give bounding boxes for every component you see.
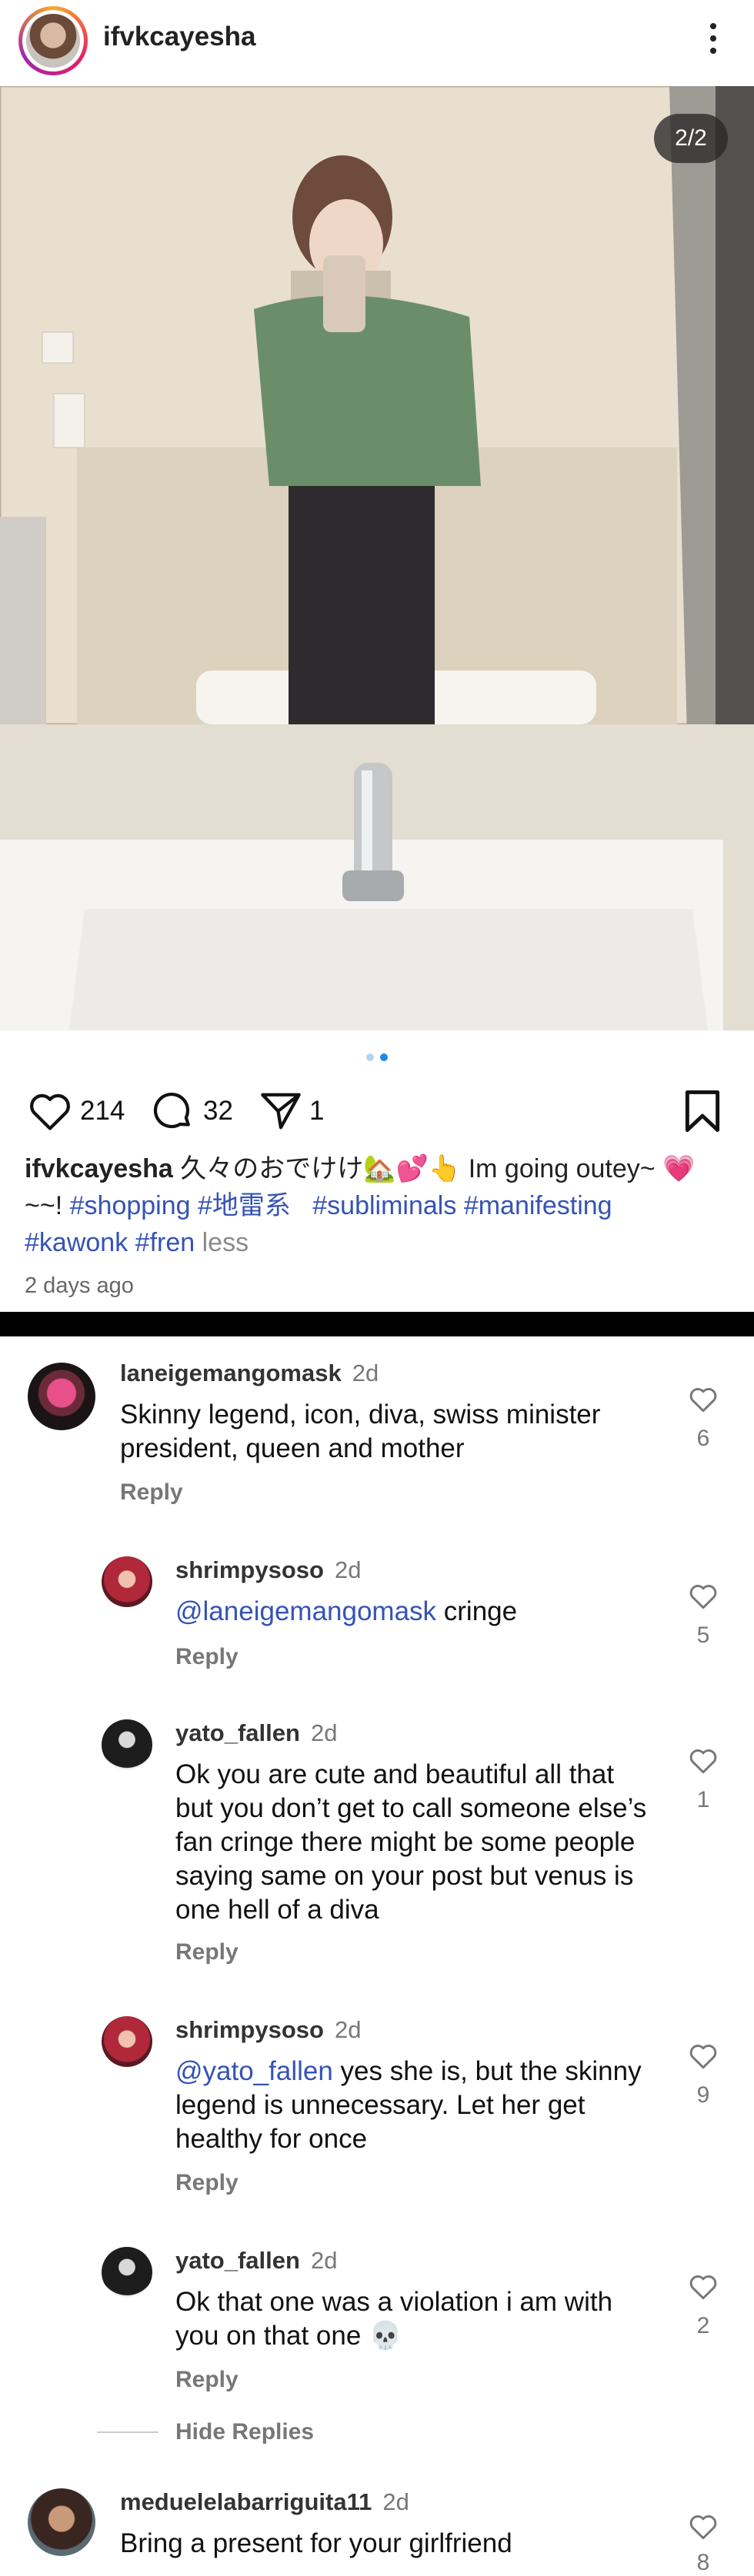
send-plane-icon	[261, 1093, 301, 1130]
comment-mention[interactable]: @yato_fallen	[175, 2056, 333, 2086]
less-toggle[interactable]: less	[202, 1228, 249, 1257]
comment-text: Ok you are cute and beautiful all that b…	[175, 1759, 647, 1925]
save-button[interactable]	[683, 1084, 722, 1138]
comment-like-count: 2	[696, 2313, 710, 2338]
hide-replies-button[interactable]: Hide Replies	[175, 2419, 314, 2445]
post-timestamp: 2 days ago	[25, 1273, 134, 1298]
post-header: ifvkcayesha	[0, 0, 754, 86]
comment-username-text: laneigemangomask	[120, 1360, 342, 1386]
comment-like-count: 1	[696, 1787, 710, 1812]
comment-username[interactable]: yato_fallen 2d	[175, 1719, 337, 1747]
commenter-avatar[interactable]	[102, 2016, 152, 2067]
comment-text: Bring a present for your girlfriend	[120, 2528, 512, 2558]
comment-text: Skinny legend, icon, diva, swiss ministe…	[120, 1399, 601, 1463]
carousel-dot-inactive	[366, 1053, 374, 1061]
like-count: 214	[80, 1096, 125, 1126]
hashtag-link[interactable]: #shopping	[70, 1191, 191, 1220]
comment-username-text: yato_fallen	[175, 1719, 300, 1746]
commenter-avatar[interactable]	[102, 2247, 152, 2298]
reply-button[interactable]: Reply	[120, 1479, 183, 1506]
comment-username[interactable]: shrimpysoso 2d	[175, 1556, 361, 1584]
section-divider	[0, 1312, 754, 1336]
comment-like-count: 5	[696, 1622, 710, 1648]
comment-username[interactable]: laneigemangomask 2d	[120, 1360, 379, 1387]
commenter-avatar[interactable]	[28, 2488, 95, 2556]
commenter-avatar[interactable]	[102, 1719, 152, 1770]
like-button[interactable]: 214	[28, 1084, 125, 1138]
comment-like-count: 6	[696, 1426, 710, 1451]
comment-time: 2d	[310, 2247, 338, 2274]
hashtag-link[interactable]: #kawonk	[25, 1228, 128, 1257]
comment-username[interactable]: shrimpysoso 2d	[175, 2016, 361, 2044]
reply-button[interactable]: Reply	[175, 1644, 239, 1670]
comment-bubble-icon	[153, 1093, 190, 1129]
reply-button[interactable]: Reply	[175, 2170, 239, 2196]
reply-button[interactable]: Reply	[175, 2367, 239, 2393]
comment-heart-icon[interactable]	[688, 1386, 719, 1413]
comment-body: cringe	[436, 1596, 518, 1626]
replies-line	[97, 2431, 158, 2433]
comment-heart-icon[interactable]	[688, 2042, 719, 2070]
post-caption: ifvkcayesha 久々のおでけけ🏡💕👆 Im going outey~ 💗…	[25, 1150, 732, 1261]
comment-like-count: 9	[696, 2082, 710, 2108]
username[interactable]: ifvkcayesha	[103, 22, 255, 52]
comment-username[interactable]: yato_fallen 2d	[175, 2247, 337, 2275]
comment-time: 2d	[310, 1719, 338, 1746]
comment-time: 2d	[382, 2488, 409, 2515]
mirror-selfie-image	[0, 86, 754, 1030]
comment-heart-icon[interactable]	[688, 2273, 719, 2301]
comment-text: Ok that one was a violation i am with yo…	[175, 2287, 613, 2351]
comment-heart-icon[interactable]	[688, 2513, 719, 2541]
post-photo[interactable]	[0, 86, 754, 1030]
share-count: 1	[309, 1096, 325, 1126]
comment-time: 2d	[352, 1360, 379, 1386]
comment-time: 2d	[334, 1556, 362, 1583]
comment-like-count: 8	[696, 2550, 710, 2575]
commenter-avatar[interactable]	[28, 1363, 95, 1430]
comment-count: 32	[203, 1096, 233, 1126]
comment-text: @yato_fallen yes she is, but the skinny …	[175, 2055, 652, 2156]
comment-username[interactable]: meduelelabarriguita11 2d	[120, 2488, 409, 2516]
carousel-indicator	[366, 1053, 397, 1063]
comment-heart-icon[interactable]	[688, 1583, 719, 1610]
hashtag-link[interactable]: #subliminals	[312, 1191, 456, 1220]
profile-avatar[interactable]	[18, 6, 88, 75]
comment-mention[interactable]: @laneigemangomask	[175, 1596, 436, 1626]
comment-button[interactable]: 32	[151, 1084, 233, 1138]
comment-username-text: meduelelabarriguita11	[120, 2488, 372, 2515]
comment-text: @laneigemangomask cringe	[175, 1595, 645, 1629]
image-counter-badge: 2/2	[654, 114, 728, 163]
comment-username-text: shrimpysoso	[175, 2016, 324, 2043]
comment-username-text: yato_fallen	[175, 2247, 300, 2274]
hashtag-link[interactable]: #manifesting	[464, 1191, 612, 1220]
comment-heart-icon[interactable]	[688, 1747, 719, 1775]
hashtag-link[interactable]: #fren	[135, 1228, 195, 1257]
avatar-border	[22, 10, 84, 72]
reply-button[interactable]: Reply	[175, 1939, 239, 1965]
commenter-avatar[interactable]	[102, 1556, 152, 1607]
carousel-dot-active	[380, 1053, 388, 1061]
caption-username[interactable]: ifvkcayesha	[25, 1154, 173, 1183]
avatar-image	[26, 14, 80, 68]
comment-username-text: shrimpysoso	[175, 1556, 324, 1583]
kebab-menu-icon[interactable]	[702, 18, 725, 65]
share-button[interactable]: 1	[259, 1084, 324, 1138]
hashtag-link[interactable]: #地雷系	[198, 1191, 291, 1220]
heart-icon	[30, 1093, 70, 1130]
bookmark-icon	[685, 1090, 720, 1132]
comment-time: 2d	[334, 2016, 362, 2043]
